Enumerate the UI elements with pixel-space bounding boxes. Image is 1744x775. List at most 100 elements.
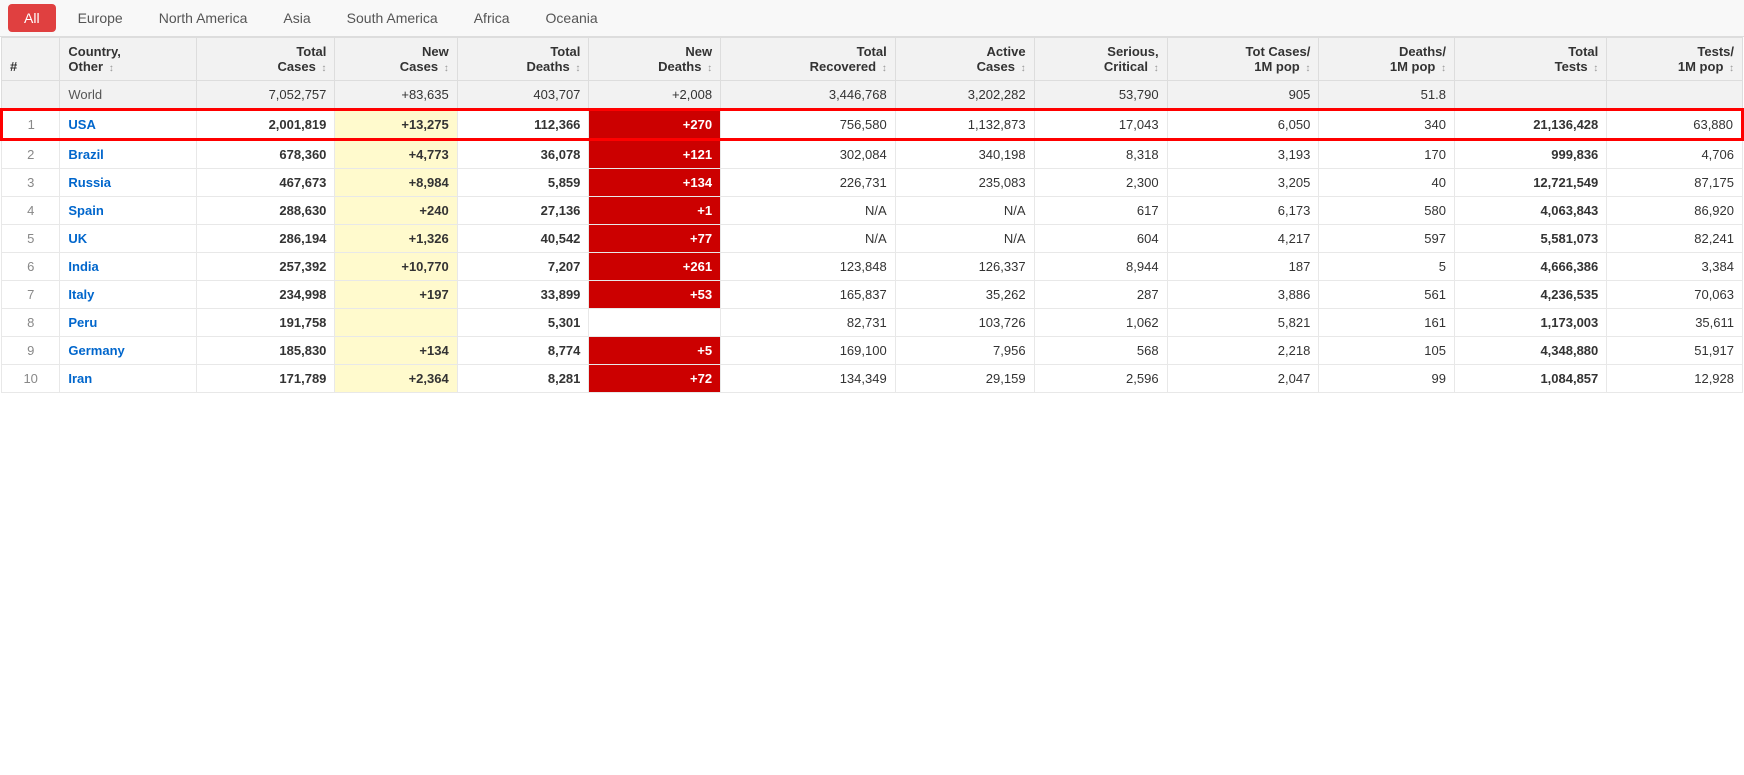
col-header-total-deaths[interactable]: TotalDeaths ↕ <box>457 38 589 81</box>
table-row: 9Germany185,830+1348,774+5169,1007,95656… <box>2 337 1743 365</box>
cell-spain-10: 580 <box>1319 197 1455 225</box>
col-header-total-cases[interactable]: TotalCases ↕ <box>196 38 335 81</box>
country-link-uk[interactable]: UK <box>68 231 87 246</box>
cell-russia-8: 2,300 <box>1034 169 1167 197</box>
tab-oceania[interactable]: Oceania <box>528 2 616 34</box>
country-link-brazil[interactable]: Brazil <box>68 147 103 162</box>
col-header-total-recovered[interactable]: TotalRecovered ↕ <box>721 38 896 81</box>
cell-italy-6: 165,837 <box>721 281 896 309</box>
cell-uk-3: +1,326 <box>335 225 457 253</box>
cell-usa-1[interactable]: USA <box>60 110 196 140</box>
cell-peru-4: 5,301 <box>457 309 589 337</box>
cell-germany-1[interactable]: Germany <box>60 337 196 365</box>
cell-germany-10: 105 <box>1319 337 1455 365</box>
cell-iran-1[interactable]: Iran <box>60 365 196 393</box>
cell-iran-4: 8,281 <box>457 365 589 393</box>
cell-italy-8: 287 <box>1034 281 1167 309</box>
cell-iran-2: 171,789 <box>196 365 335 393</box>
cell-peru-1[interactable]: Peru <box>60 309 196 337</box>
covid-table: #Country,Other ↕TotalCases ↕NewCases ↕To… <box>0 37 1744 393</box>
cell-uk-12: 82,241 <box>1607 225 1743 253</box>
cell-brazil-3: +4,773 <box>335 140 457 169</box>
cell-india-12: 3,384 <box>1607 253 1743 281</box>
col-header-serious[interactable]: Serious,Critical ↕ <box>1034 38 1167 81</box>
cell-uk-11: 5,581,073 <box>1454 225 1606 253</box>
cell-germany-5: +5 <box>589 337 721 365</box>
cell-spain-2: 288,630 <box>196 197 335 225</box>
country-link-usa[interactable]: USA <box>68 117 95 132</box>
cell-italy-5: +53 <box>589 281 721 309</box>
col-header-tot-cases-1m[interactable]: Tot Cases/1M pop ↕ <box>1167 38 1319 81</box>
table-row: 1USA2,001,819+13,275112,366+270756,5801,… <box>2 110 1743 140</box>
cell-spain-9: 6,173 <box>1167 197 1319 225</box>
cell-italy-1[interactable]: Italy <box>60 281 196 309</box>
cell-spain-1[interactable]: Spain <box>60 197 196 225</box>
col-header-deaths-1m[interactable]: Deaths/1M pop ↕ <box>1319 38 1455 81</box>
tab-south-america[interactable]: South America <box>329 2 456 34</box>
country-link-india[interactable]: India <box>68 259 98 274</box>
cell-germany-0: 9 <box>2 337 60 365</box>
header-row: #Country,Other ↕TotalCases ↕NewCases ↕To… <box>2 38 1743 81</box>
cell-peru-11: 1,173,003 <box>1454 309 1606 337</box>
cell-usa-4: 112,366 <box>457 110 589 140</box>
col-header-country[interactable]: Country,Other ↕ <box>60 38 196 81</box>
cell-brazil-1[interactable]: Brazil <box>60 140 196 169</box>
sort-icon: ↕ <box>575 63 580 74</box>
col-header-active-cases[interactable]: ActiveCases ↕ <box>895 38 1034 81</box>
cell-spain-12: 86,920 <box>1607 197 1743 225</box>
cell-spain-11: 4,063,843 <box>1454 197 1606 225</box>
cell-germany-2: 185,830 <box>196 337 335 365</box>
cell-india-5: +261 <box>589 253 721 281</box>
col-header-tests-1m[interactable]: Tests/1M pop ↕ <box>1607 38 1743 81</box>
cell-brazil-6: 302,084 <box>721 140 896 169</box>
country-link-italy[interactable]: Italy <box>68 287 94 302</box>
tab-north-america[interactable]: North America <box>141 2 266 34</box>
col-header-new-cases[interactable]: NewCases ↕ <box>335 38 457 81</box>
country-link-germany[interactable]: Germany <box>68 343 124 358</box>
cell-usa-7: 1,132,873 <box>895 110 1034 140</box>
cell-peru-3 <box>335 309 457 337</box>
cell-russia-0: 3 <box>2 169 60 197</box>
cell-iran-12: 12,928 <box>1607 365 1743 393</box>
country-link-russia[interactable]: Russia <box>68 175 111 190</box>
cell-russia-1[interactable]: Russia <box>60 169 196 197</box>
tab-all[interactable]: All <box>8 4 56 32</box>
sort-icon: ↕ <box>444 63 449 74</box>
cell-uk-5: +77 <box>589 225 721 253</box>
table-row: 5UK286,194+1,32640,542+77N/AN/A6044,2175… <box>2 225 1743 253</box>
cell-spain-7: N/A <box>895 197 1034 225</box>
sort-icon: ↕ <box>707 63 712 74</box>
tab-asia[interactable]: Asia <box>265 2 328 34</box>
cell-iran-9: 2,047 <box>1167 365 1319 393</box>
cell-peru-12: 35,611 <box>1607 309 1743 337</box>
sort-icon: ↕ <box>882 63 887 74</box>
cell-germany-6: 169,100 <box>721 337 896 365</box>
cell-peru-8: 1,062 <box>1034 309 1167 337</box>
cell-india-9: 187 <box>1167 253 1319 281</box>
cell-italy-11: 4,236,535 <box>1454 281 1606 309</box>
cell-spain-3: +240 <box>335 197 457 225</box>
cell-russia-10: 40 <box>1319 169 1455 197</box>
country-link-peru[interactable]: Peru <box>68 315 97 330</box>
cell-germany-7: 7,956 <box>895 337 1034 365</box>
cell-uk-8: 604 <box>1034 225 1167 253</box>
cell-india-7: 126,337 <box>895 253 1034 281</box>
col-header-new-deaths[interactable]: NewDeaths ↕ <box>589 38 721 81</box>
tab-europe[interactable]: Europe <box>60 2 141 34</box>
sort-active-icon: ↕ <box>321 63 326 74</box>
country-link-iran[interactable]: Iran <box>68 371 92 386</box>
cell-uk-10: 597 <box>1319 225 1455 253</box>
cell-uk-1[interactable]: UK <box>60 225 196 253</box>
cell-russia-4: 5,859 <box>457 169 589 197</box>
cell-uk-0: 5 <box>2 225 60 253</box>
tab-africa[interactable]: Africa <box>456 2 528 34</box>
cell-russia-2: 467,673 <box>196 169 335 197</box>
country-link-spain[interactable]: Spain <box>68 203 103 218</box>
col-header-total-tests[interactable]: TotalTests ↕ <box>1454 38 1606 81</box>
cell-peru-6: 82,731 <box>721 309 896 337</box>
cell-india-1[interactable]: India <box>60 253 196 281</box>
cell-russia-5: +134 <box>589 169 721 197</box>
world-cell-7: 3,202,282 <box>895 81 1034 110</box>
cell-uk-2: 286,194 <box>196 225 335 253</box>
world-cell-11 <box>1454 81 1606 110</box>
